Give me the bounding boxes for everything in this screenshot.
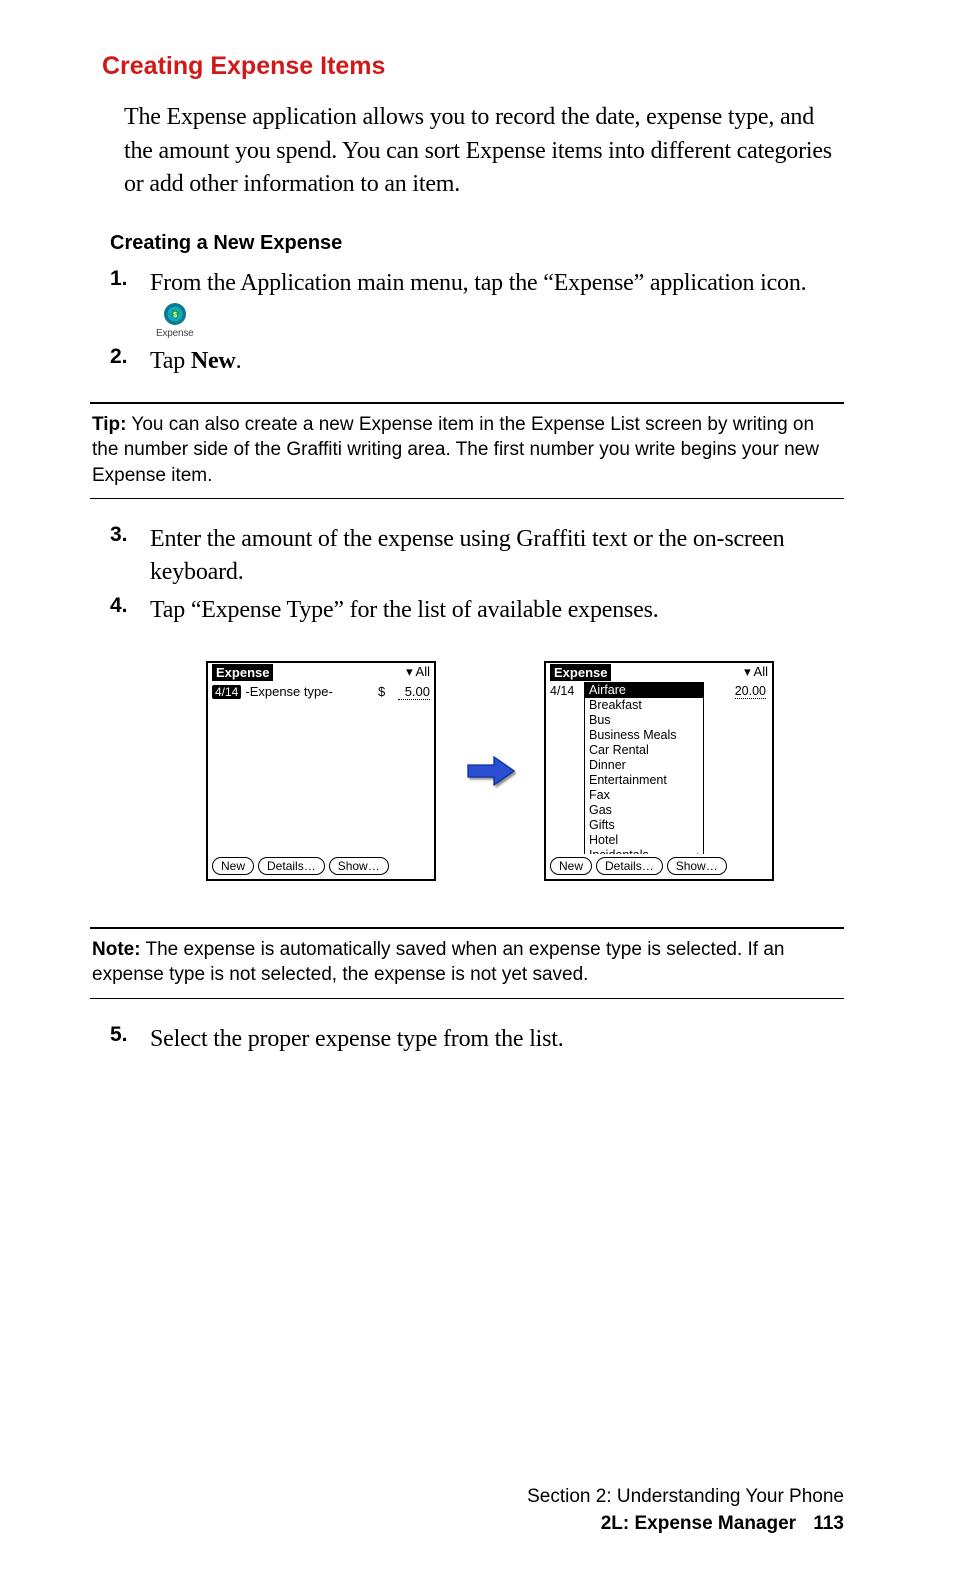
dropdown-item-gifts[interactable]: Gifts xyxy=(585,818,703,833)
divider xyxy=(90,498,844,499)
amount-value: 5.00 xyxy=(398,684,430,700)
step-number: 5. xyxy=(110,1023,150,1047)
divider xyxy=(90,402,844,404)
panel-header: Expense ▾ All xyxy=(546,663,772,682)
intro-paragraph: The Expense application allows you to re… xyxy=(124,101,844,202)
expense-app-icon: $ Expense xyxy=(156,302,194,339)
dropdown-item-dinner[interactable]: Dinner xyxy=(585,758,703,773)
panel-footer: New Details… Show… xyxy=(546,854,772,879)
dropdown-item-hotel[interactable]: Hotel xyxy=(585,833,703,848)
steps-list-part2: 3. Enter the amount of the expense using… xyxy=(110,523,844,626)
steps-list-part3: 5. Select the proper expense type from t… xyxy=(110,1023,844,1055)
currency-symbol: $ xyxy=(378,684,385,700)
dropdown-item-business-meals[interactable]: Business Meals xyxy=(585,728,703,743)
note-text: The expense is automatically saved when … xyxy=(92,939,784,986)
dropdown-item-car-rental[interactable]: Car Rental xyxy=(585,743,703,758)
step-5: 5. Select the proper expense type from t… xyxy=(110,1023,844,1055)
scroll-down-icon[interactable]: ↓ xyxy=(695,848,701,854)
dropdown-item-fax[interactable]: Fax xyxy=(585,788,703,803)
footer-chapter: 2L: Expense Manager xyxy=(601,1513,796,1534)
expense-app-icon-label: Expense xyxy=(156,329,194,339)
step-text: Select the proper expense type from the … xyxy=(150,1023,564,1055)
step-number: 3. xyxy=(110,523,150,547)
steps-list-part1: 1. From the Application main menu, tap t… xyxy=(110,267,844,378)
expense-panel-before: Expense ▾ All 4/14 -Expense type- $ 5.00… xyxy=(206,661,436,881)
show-button[interactable]: Show… xyxy=(667,857,727,875)
dropdown-item-breakfast[interactable]: Breakfast xyxy=(585,698,703,713)
filter-value: All xyxy=(416,664,430,679)
step-number: 1. xyxy=(110,267,150,291)
category-filter[interactable]: ▾ All xyxy=(744,664,768,680)
panel-body: 4/14 20.00 Airfare Breakfast Bus Busines… xyxy=(546,682,772,854)
tip-callout: Tip: You can also create a new Expense i… xyxy=(92,412,842,489)
panel-footer: New Details… Show… xyxy=(208,854,434,879)
show-button[interactable]: Show… xyxy=(329,857,389,875)
step-1-text: From the Application main menu, tap the … xyxy=(150,270,806,296)
expense-date: 4/14 xyxy=(212,685,241,699)
amount-value[interactable]: 20.00 xyxy=(735,684,766,699)
dropdown-item-bus[interactable]: Bus xyxy=(585,713,703,728)
footer-section-path: Section 2: Understanding Your Phone xyxy=(527,1483,844,1511)
dropdown-icon: ▾ xyxy=(406,664,413,679)
svg-text:$: $ xyxy=(173,312,177,319)
illustration-row: Expense ▾ All 4/14 -Expense type- $ 5.00… xyxy=(136,661,844,881)
step-2: 2. Tap New. xyxy=(110,345,844,377)
dropdown-item-entertainment[interactable]: Entertainment xyxy=(585,773,703,788)
arrow-icon xyxy=(460,752,520,790)
step-number: 2. xyxy=(110,345,150,369)
new-button[interactable]: New xyxy=(212,857,254,875)
step-text: Tap New. xyxy=(150,345,241,377)
dropdown-item-gas[interactable]: Gas xyxy=(585,803,703,818)
subheading: Creating a New Expense xyxy=(110,232,844,255)
expense-type-dropdown[interactable]: Airfare Breakfast Bus Business Meals Car… xyxy=(584,682,704,854)
panel-title: Expense xyxy=(550,664,611,681)
step-text: From the Application main menu, tap the … xyxy=(150,267,844,339)
section-heading: Creating Expense Items xyxy=(102,52,844,81)
expense-type-placeholder[interactable]: -Expense type- xyxy=(245,684,374,699)
step-text: Enter the amount of the expense using Gr… xyxy=(150,523,844,588)
dropdown-item-airfare[interactable]: Airfare xyxy=(585,683,703,698)
panel-body: 4/14 -Expense type- $ 5.00 xyxy=(208,682,434,854)
filter-value: All xyxy=(754,664,768,679)
step-1: 1. From the Application main menu, tap t… xyxy=(110,267,844,339)
new-button[interactable]: New xyxy=(550,857,592,875)
divider xyxy=(90,998,844,999)
details-button[interactable]: Details… xyxy=(258,857,325,875)
note-callout: Note: The expense is automatically saved… xyxy=(92,937,842,988)
tip-text: You can also create a new Expense item i… xyxy=(92,414,819,486)
step-2-suffix: . xyxy=(236,348,242,374)
step-2-prefix: Tap xyxy=(150,348,191,374)
expense-panel-after: Expense ▾ All 4/14 20.00 Airfare Breakfa… xyxy=(544,661,774,881)
note-label: Note: xyxy=(92,939,141,960)
step-2-bold: New xyxy=(191,348,236,374)
tip-label: Tip: xyxy=(92,414,126,435)
expense-date: 4/14 xyxy=(550,684,574,698)
expense-amount-field[interactable]: $ 5.00 xyxy=(378,684,430,700)
step-4: 4. Tap “Expense Type” for the list of av… xyxy=(110,594,844,626)
category-filter[interactable]: ▾ All xyxy=(406,664,430,680)
panel-header: Expense ▾ All xyxy=(208,663,434,682)
footer-page-number: 113 xyxy=(813,1513,844,1534)
dropdown-item-incidentals[interactable]: Incidentals xyxy=(585,848,703,854)
panel-title: Expense xyxy=(212,664,273,681)
step-3: 3. Enter the amount of the expense using… xyxy=(110,523,844,588)
page-footer: Section 2: Understanding Your Phone 2L: … xyxy=(527,1483,844,1538)
step-text: Tap “Expense Type” for the list of avail… xyxy=(150,594,659,626)
divider xyxy=(90,927,844,929)
step-number: 4. xyxy=(110,594,150,618)
dropdown-icon: ▾ xyxy=(744,664,751,679)
expense-row[interactable]: 4/14 -Expense type- $ 5.00 xyxy=(212,684,430,700)
details-button[interactable]: Details… xyxy=(596,857,663,875)
